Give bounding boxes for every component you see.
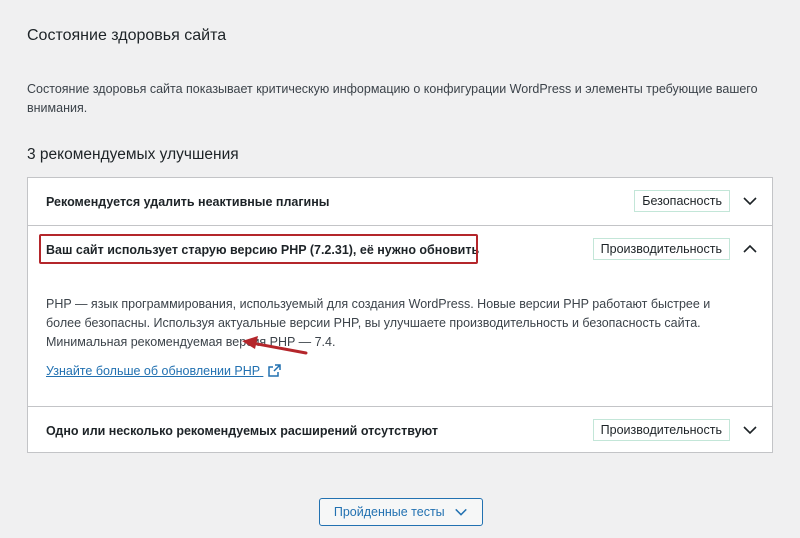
chevron-down-icon xyxy=(455,508,467,516)
highlight-annotation-box xyxy=(39,234,478,264)
chevron-up-icon xyxy=(743,244,757,253)
security-badge: Безопасность xyxy=(634,190,730,212)
accordion-item-missing-extensions: Одно или несколько рекомендуемых расшире… xyxy=(28,407,772,454)
chevron-down-icon xyxy=(743,197,757,206)
performance-badge: Производительность xyxy=(592,238,730,260)
annotation-arrow-icon xyxy=(242,336,308,355)
accordion-item-inactive-plugins: Рекомендуется удалить неактивные плагины… xyxy=(28,178,772,226)
passed-tests-button[interactable]: Пройденные тесты xyxy=(319,498,483,526)
learn-more-php-link-text: Узнайте больше об обновлении PHP xyxy=(46,364,260,378)
chevron-down-icon xyxy=(743,426,757,435)
external-link-icon xyxy=(268,364,282,377)
passed-tests-label: Пройденные тесты xyxy=(333,505,445,519)
accordion-item-title: Рекомендуется удалить неактивные плагины xyxy=(46,195,330,209)
recommendations-accordion: Рекомендуется удалить неактивные плагины… xyxy=(27,177,773,453)
performance-badge: Производительность xyxy=(592,419,730,441)
page-title: Состояние здоровья сайта xyxy=(27,27,227,44)
accordion-item-description: PHP — язык программирования, используемы… xyxy=(46,297,711,349)
accordion-toggle-missing-extensions[interactable]: Одно или несколько рекомендуемых расшире… xyxy=(28,407,772,454)
learn-more-php-link[interactable]: Узнайте больше об обновлении PHP xyxy=(46,364,282,378)
accordion-toggle-php-version[interactable]: Ваш сайт использует старую версию PHP (7… xyxy=(28,226,772,273)
recommendations-heading: 3 рекомендуемых улучшения xyxy=(27,146,239,163)
page-description: Состояние здоровья сайта показывает крит… xyxy=(27,82,758,115)
accordion-item-php-version: Ваш сайт использует старую версию PHP (7… xyxy=(28,226,772,407)
accordion-item-title: Одно или несколько рекомендуемых расшире… xyxy=(46,424,439,438)
accordion-toggle-inactive-plugins[interactable]: Рекомендуется удалить неактивные плагины… xyxy=(28,178,772,225)
